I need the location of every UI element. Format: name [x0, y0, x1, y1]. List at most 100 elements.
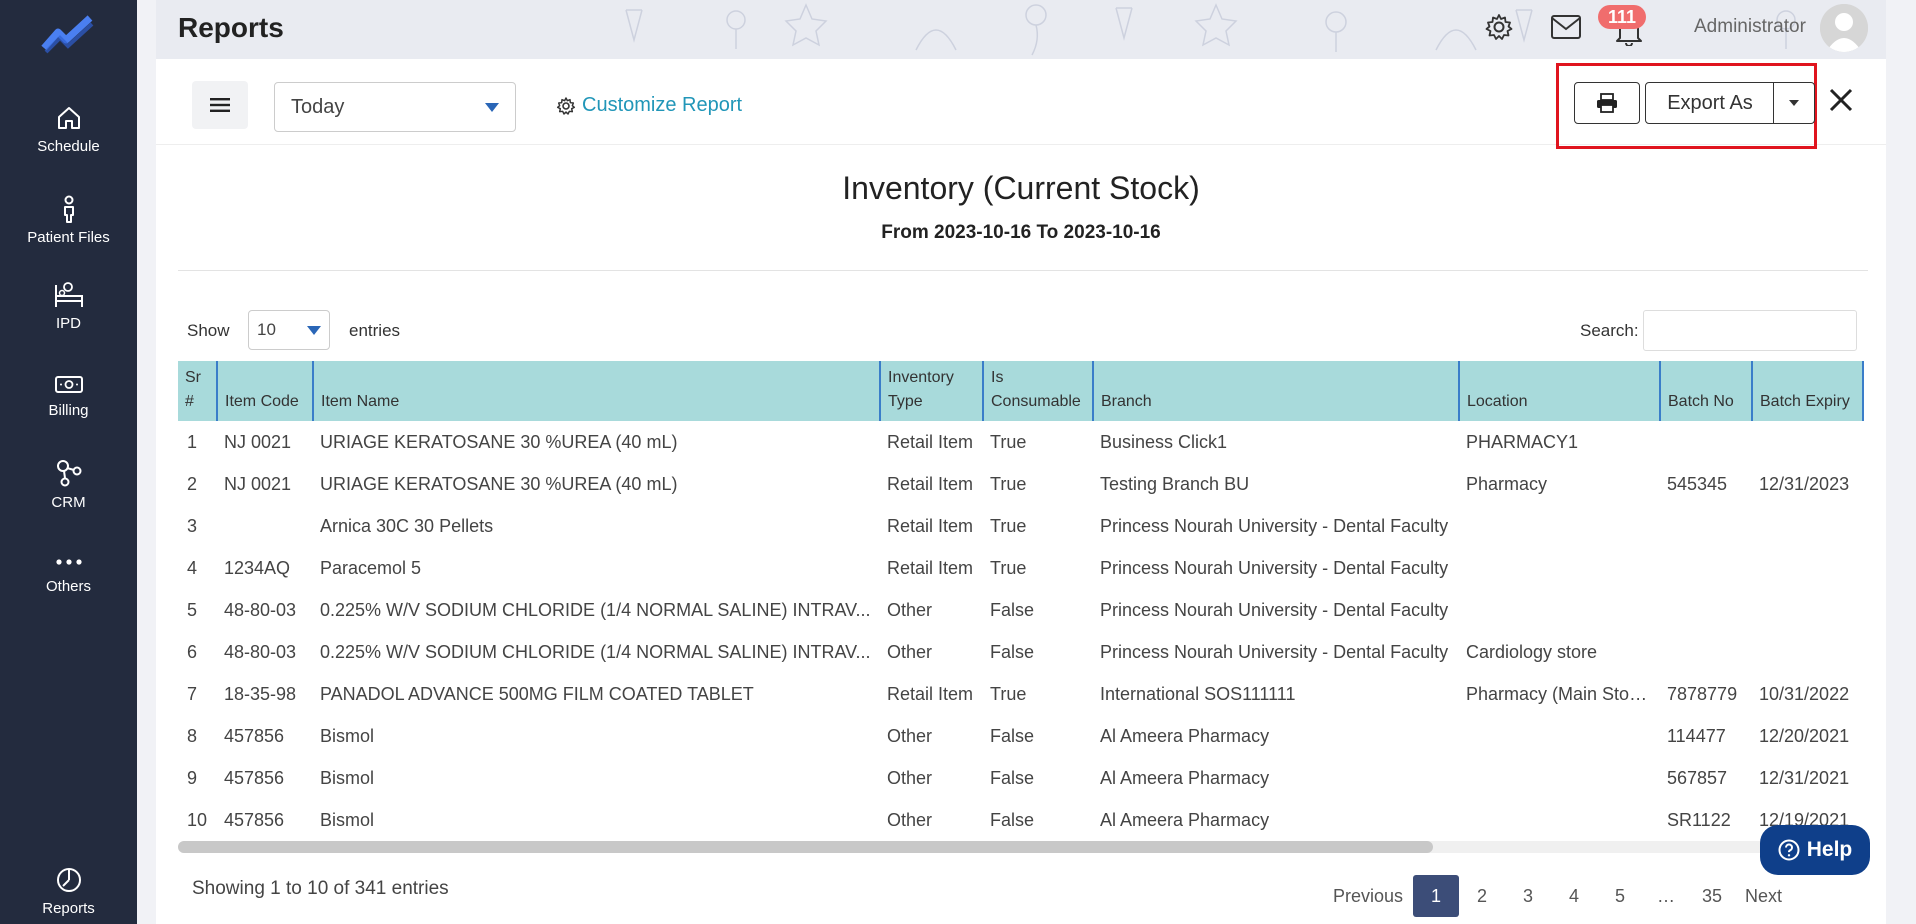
- top-header: Reports 111 Administrator: [156, 0, 1886, 59]
- search-label: Search:: [1580, 321, 1639, 340]
- sidebar-item-crm[interactable]: CRM: [0, 458, 137, 511]
- sidebar-item-reports[interactable]: Reports: [0, 866, 137, 917]
- table-cell: 7878779: [1667, 683, 1738, 704]
- sidebar-item-others[interactable]: Others: [0, 552, 137, 595]
- table-row[interactable]: 10 457856 Bismol Other False Al Ameera Pharma…: [178, 799, 1863, 841]
- table-cell: Bismol: [320, 809, 375, 830]
- column-header[interactable]: Branch: [1093, 361, 1460, 421]
- table-cell: SR1122: [1667, 809, 1731, 830]
- table-cell: Other: [887, 641, 933, 662]
- divider: [178, 270, 1868, 271]
- table-header-row: Sr # Item Code Item Name Inventory Type …: [178, 361, 1864, 421]
- table-row[interactable]: 3 Arnica 30C 30 Pellets Retail Item True Pri…: [178, 505, 1863, 547]
- table-body: 1 NJ 0021 URIAGE KERATOSANE 30 %UREA (40 m…: [178, 421, 1863, 841]
- pagination-next[interactable]: Next: [1735, 875, 1792, 917]
- table-cell: NJ 0021: [224, 473, 292, 494]
- table-cell: 2: [187, 473, 198, 494]
- table-row[interactable]: 6 48-80-03 0.225% W/V SODIUM CHLORIDE (1/4…: [178, 631, 1863, 673]
- menu-toggle-button[interactable]: [192, 81, 248, 129]
- table-cell: [1660, 421, 1752, 463]
- avatar[interactable]: [1820, 4, 1868, 52]
- export-as-button[interactable]: Export As: [1645, 82, 1775, 124]
- close-icon[interactable]: [1828, 87, 1854, 113]
- date-range-select[interactable]: Today: [274, 82, 516, 132]
- pagination-previous[interactable]: Previous: [1323, 875, 1413, 917]
- table-cell: 4: [187, 557, 198, 578]
- table-cell: Retail Item: [887, 557, 974, 578]
- print-button[interactable]: [1574, 82, 1640, 124]
- network-icon: [56, 460, 81, 487]
- table-cell: Princess Nourah University - Dental Facu…: [1100, 515, 1449, 536]
- table-row[interactable]: 1 NJ 0021 URIAGE KERATOSANE 30 %UREA (40 m…: [178, 421, 1863, 463]
- sidebar-item-billing[interactable]: Billing: [0, 372, 137, 419]
- table-cell: [1459, 715, 1660, 757]
- sidebar-item-label: Schedule: [37, 138, 100, 155]
- pagination-page[interactable]: 3: [1505, 875, 1551, 917]
- date-range-value: Today: [291, 95, 345, 118]
- table-cell: False: [990, 809, 1035, 830]
- table-cell: 0.225% W/V SODIUM CHLORIDE (1/4 NORMAL S…: [320, 599, 871, 620]
- customize-report-link[interactable]: Customize Report: [556, 94, 742, 117]
- table-cell: 457856: [224, 725, 285, 746]
- table-cell: [1752, 589, 1863, 631]
- sidebar-item-patient-files[interactable]: Patient Files: [0, 195, 137, 246]
- table-cell: NJ 0021: [224, 431, 292, 452]
- table-cell: [1752, 631, 1863, 673]
- column-header[interactable]: Item Code: [217, 361, 314, 421]
- report-date-range: From 2023-10-16 To 2023-10-16: [881, 222, 1161, 243]
- help-button[interactable]: Help: [1760, 825, 1870, 875]
- logo-icon: [41, 15, 94, 54]
- sidebar-item-schedule[interactable]: Schedule: [0, 104, 137, 155]
- table-cell: Other: [887, 809, 933, 830]
- mail-icon[interactable]: [1550, 14, 1582, 40]
- table-row[interactable]: 4 1234AQ Paracemol 5 Retail Item True Princes…: [178, 547, 1863, 589]
- table-cell: 48-80-03: [224, 599, 297, 620]
- sidebar-item-label: Billing: [48, 402, 89, 419]
- search-input[interactable]: [1643, 310, 1857, 351]
- sidebar-item-label: Reports: [42, 900, 95, 917]
- table-cell: PANADOL ADVANCE 500MG FILM COATED TABLET: [320, 683, 754, 704]
- user-name[interactable]: Administrator: [1694, 16, 1806, 38]
- column-header[interactable]: Location: [1459, 361, 1661, 421]
- table-cell: URIAGE KERATOSANE 30 %UREA (40 mL): [320, 431, 678, 452]
- printer-icon: [1597, 93, 1617, 113]
- sidebar-item-ipd[interactable]: IPD: [0, 281, 137, 332]
- table-cell: True: [990, 473, 1027, 494]
- table-cell: 7: [187, 683, 198, 704]
- scrollbar-thumb[interactable]: [178, 841, 1433, 853]
- table-row[interactable]: 5 48-80-03 0.225% W/V SODIUM CHLORIDE (1/4…: [178, 589, 1863, 631]
- settings-gear-icon[interactable]: [1484, 12, 1514, 42]
- column-header[interactable]: Inventory Type: [880, 361, 984, 421]
- page-length-select[interactable]: 10: [248, 310, 330, 350]
- table-row[interactable]: 8 457856 Bismol Other False Al Ameera Pharmac…: [178, 715, 1863, 757]
- table-cell: 10: [187, 809, 208, 830]
- pagination-page[interactable]: 4: [1551, 875, 1597, 917]
- table-cell: Retail Item: [887, 515, 974, 536]
- column-header[interactable]: Batch Expiry: [1752, 361, 1864, 421]
- customize-report-label: Customize Report: [582, 94, 743, 116]
- hamburger-icon: [210, 98, 230, 112]
- pie-chart-icon: [56, 868, 81, 892]
- table-row[interactable]: 2 NJ 0021 URIAGE KERATOSANE 30 %UREA (40 m…: [178, 463, 1863, 505]
- table-cell: Arnica 30C 30 Pellets: [320, 515, 494, 536]
- pagination-page[interactable]: 2: [1459, 875, 1505, 917]
- horizontal-scrollbar[interactable]: [178, 841, 1863, 853]
- pagination-page[interactable]: 35: [1689, 875, 1735, 917]
- bed-icon: [54, 282, 83, 307]
- column-header[interactable]: Batch No: [1660, 361, 1753, 421]
- table-cell: False: [990, 599, 1035, 620]
- pagination-page[interactable]: 5: [1597, 875, 1643, 917]
- table-cell: 545345: [1667, 473, 1728, 494]
- table-row[interactable]: 7 18-35-98 PANADOL ADVANCE 500MG FILM COAT…: [178, 673, 1863, 715]
- column-header[interactable]: Sr #: [178, 361, 218, 421]
- table-cell: Bismol: [320, 725, 375, 746]
- table-cell: [1459, 505, 1660, 547]
- pagination-page[interactable]: 1: [1413, 875, 1460, 917]
- table-cell: 114477: [1667, 725, 1726, 746]
- table-cell: URIAGE KERATOSANE 30 %UREA (40 mL): [320, 473, 678, 494]
- export-dropdown-toggle[interactable]: [1773, 82, 1815, 124]
- report-toolbar: Today Customize Report Export As: [156, 59, 1886, 149]
- table-row[interactable]: 9 457856 Bismol Other False Al Ameera Pharmac…: [178, 757, 1863, 799]
- column-header[interactable]: Item Name: [313, 361, 881, 421]
- column-header[interactable]: Is Consumable: [983, 361, 1094, 421]
